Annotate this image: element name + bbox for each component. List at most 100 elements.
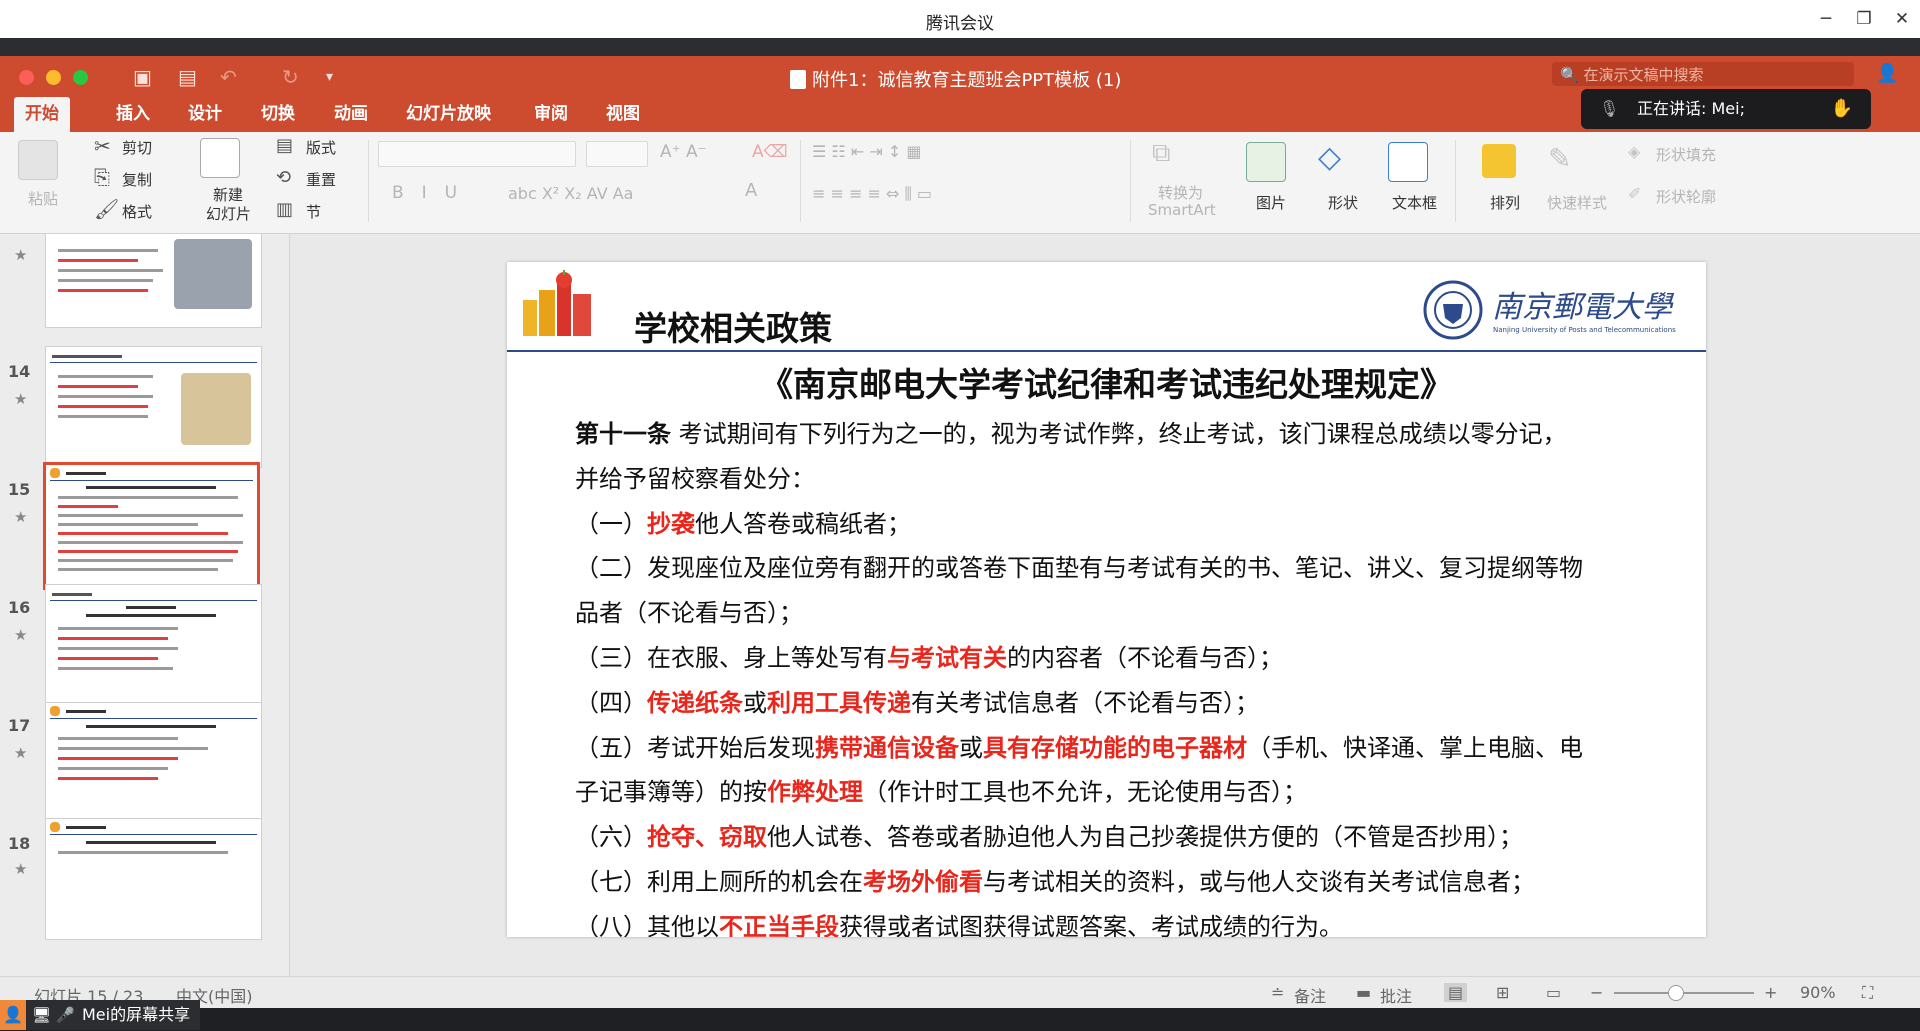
tab-slideshow[interactable]: 幻灯片放映: [395, 97, 502, 132]
normal-view-icon[interactable]: ▤: [1444, 983, 1468, 1002]
shape-outline-button[interactable]: 形状轮廓: [1656, 186, 1716, 207]
zoom-out-icon[interactable]: −: [1590, 983, 1603, 1002]
save-icon[interactable]: ▤: [178, 65, 197, 89]
zoom-in-icon[interactable]: +: [1764, 983, 1777, 1002]
cut-button[interactable]: 剪切: [122, 137, 152, 158]
share-user-icon[interactable]: 👤: [1876, 63, 1898, 84]
tab-animations[interactable]: 动画: [323, 97, 379, 132]
ribbon-home: 粘贴 ✂ 剪切 ⎘ 复制 🖌 格式 新建 幻灯片 ▤ 版式 ⟲ 重置 ▥ 节 A…: [0, 132, 1920, 234]
customize-toolbar-icon[interactable]: ▾: [326, 69, 333, 85]
convert-smartart-label-1[interactable]: 转换为: [1158, 182, 1203, 203]
current-slide[interactable]: 学校相关政策 南京郵電大學 Nanjing University of Post…: [507, 262, 1706, 937]
paste-icon[interactable]: [18, 140, 58, 180]
scissors-icon[interactable]: ✂: [94, 134, 111, 158]
thumb-text-line: [58, 259, 138, 262]
close-icon[interactable]: ✕: [1888, 6, 1916, 32]
picture-button[interactable]: 图片: [1256, 192, 1286, 213]
search-input[interactable]: 🔍 在演示文稿中搜索: [1552, 62, 1854, 86]
copy-icon[interactable]: ⎘: [94, 165, 110, 189]
pen-icon[interactable]: ✐: [1628, 184, 1641, 203]
slide-thumbnail-pane[interactable]: ★ 14 ★ 15 ★ 16 ★ 17 ★ 18 ★: [0, 234, 290, 984]
font-style-icons[interactable]: BIU: [392, 183, 475, 203]
section-icon[interactable]: ▥: [276, 199, 293, 220]
shape-fill-button[interactable]: 形状填充: [1656, 144, 1716, 165]
window-minimize-dot[interactable]: [46, 70, 61, 85]
thumbnail-number: 17: [8, 716, 31, 735]
comments-button[interactable]: 批注: [1380, 983, 1412, 1007]
new-slide-label-2[interactable]: 幻灯片: [206, 203, 251, 224]
notes-icon[interactable]: ≐: [1271, 983, 1284, 1002]
textbox-button[interactable]: 文本框: [1392, 192, 1437, 213]
smartart-icon[interactable]: ⧉: [1152, 138, 1171, 169]
strike-super-sub-icons[interactable]: abc X² X₂ AV Aa: [508, 184, 633, 203]
thumb-rule: [50, 600, 257, 601]
reset-button[interactable]: 重置: [306, 169, 336, 190]
section-button[interactable]: 节: [306, 201, 321, 222]
grow-font-icon[interactable]: A⁺ A⁻: [660, 142, 707, 162]
tab-insert[interactable]: 插入: [105, 97, 161, 132]
paint-bucket-icon[interactable]: ◈: [1628, 142, 1640, 161]
sidebar-toggle-icon[interactable]: ▣: [133, 65, 152, 89]
arrange-button[interactable]: 排列: [1490, 192, 1520, 213]
layout-icon[interactable]: ▤: [276, 135, 293, 156]
quick-styles-button[interactable]: 快速样式: [1547, 192, 1607, 213]
convert-smartart-label-2[interactable]: SmartArt: [1148, 201, 1216, 219]
new-slide-icon[interactable]: [200, 138, 240, 178]
redo-icon[interactable]: ↻: [282, 65, 299, 89]
tab-transitions[interactable]: 切换: [250, 97, 306, 132]
reset-icon[interactable]: ⟲: [276, 167, 291, 188]
slide-thumbnail[interactable]: [45, 702, 262, 824]
shape-button[interactable]: 形状: [1328, 192, 1358, 213]
layout-button[interactable]: 版式: [306, 137, 336, 158]
quick-styles-icon[interactable]: ✎: [1548, 142, 1571, 175]
picture-icon[interactable]: [1246, 142, 1286, 182]
minimize-icon[interactable]: ─: [1812, 6, 1840, 32]
slide-thumbnail[interactable]: [45, 818, 262, 940]
new-slide-label-1[interactable]: 新建: [213, 184, 243, 205]
undo-icon[interactable]: ↶: [220, 65, 237, 89]
clear-format-icon[interactable]: A⌫: [752, 142, 788, 162]
text-segment: 并给予留校察看处分：: [575, 464, 815, 493]
slide-thumbnail[interactable]: [45, 234, 262, 328]
thumb-text-line: [58, 385, 138, 388]
highlight-text: 传递纸条: [647, 688, 743, 717]
list-indent-icons[interactable]: ☰ ☷ ⇤ ⇥ ↕ ▦: [812, 142, 921, 161]
format-painter-icon[interactable]: 🖌: [94, 197, 119, 221]
tab-review[interactable]: 审阅: [523, 97, 579, 132]
font-size-select[interactable]: [586, 141, 648, 167]
raise-hand-icon[interactable]: ✋: [1831, 89, 1853, 129]
zoom-level[interactable]: 90%: [1800, 983, 1836, 1002]
tab-view[interactable]: 视图: [595, 97, 651, 132]
slide-thumbnail[interactable]: [45, 346, 262, 468]
zoom-slider-track[interactable]: [1614, 992, 1754, 994]
font-color-icon[interactable]: A: [745, 180, 757, 201]
presenter-view-icon[interactable]: ▭: [1546, 983, 1561, 1002]
paste-button[interactable]: 粘贴: [28, 188, 58, 209]
highlight-text: 抄袭: [647, 509, 695, 538]
window-close-dot[interactable]: [19, 70, 34, 85]
arrange-icon[interactable]: [1482, 144, 1516, 178]
restore-icon[interactable]: ❐: [1850, 6, 1878, 32]
active-speaker-indicator[interactable]: 🎙 正在讲话: Mei; ✋: [1581, 89, 1871, 129]
star-icon: ★: [14, 246, 28, 264]
thumb-text-line: [126, 606, 176, 609]
textbox-icon[interactable]: [1388, 142, 1428, 182]
screen-share-tag[interactable]: 👤 🖥 🎤 Mei的屏幕共享: [0, 1000, 200, 1030]
comments-icon[interactable]: ▬: [1356, 983, 1371, 1002]
slide-thumbnail-selected[interactable]: [43, 462, 260, 590]
slide-sorter-icon[interactable]: ⊞: [1496, 983, 1509, 1002]
tab-design[interactable]: 设计: [177, 97, 233, 132]
tab-home[interactable]: 开始: [14, 97, 70, 132]
thumb-text-line: [58, 747, 208, 750]
copy-button[interactable]: 复制: [122, 169, 152, 190]
format-painter-button[interactable]: 格式: [122, 201, 152, 222]
notes-button[interactable]: 备注: [1294, 983, 1326, 1007]
shape-icon[interactable]: ◇: [1318, 140, 1341, 175]
star-icon: ★: [14, 390, 28, 408]
fit-to-window-icon[interactable]: ⛶: [1862, 983, 1873, 1003]
font-name-select[interactable]: [378, 141, 576, 167]
window-zoom-dot[interactable]: [73, 70, 88, 85]
zoom-slider-knob[interactable]: [1668, 985, 1684, 1001]
alignment-icons[interactable]: ≡ ≡ ≡ ≡ ⇔ ⫼ ▭: [812, 184, 932, 204]
slide-thumbnail[interactable]: [45, 584, 262, 706]
